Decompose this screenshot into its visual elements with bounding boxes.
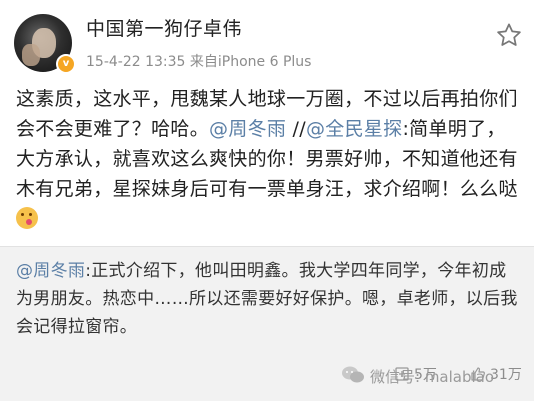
mention-quanminxingtan[interactable]: @全民星探: [306, 118, 403, 140]
repost-text: @周冬雨:正式介绍下，他叫田明鑫。我大学四年同学，今年初成为男朋友。热恋中……所…: [16, 257, 522, 341]
repost-mention[interactable]: @周冬雨: [16, 261, 85, 281]
favorite-star-icon[interactable]: [494, 20, 524, 50]
mention-zhoudongyu[interactable]: @周冬雨: [209, 118, 286, 140]
wechat-icon: [342, 366, 364, 383]
verified-badge-icon: v: [56, 54, 76, 74]
username[interactable]: 中国第一狗仔卓伟: [86, 14, 242, 41]
avatar-hand: [22, 44, 40, 66]
post-text-2: //: [286, 118, 306, 140]
kiss-emoji-icon: [16, 207, 38, 229]
like-count[interactable]: 31万: [490, 364, 522, 384]
post-content: 这素质，这水平，甩魏某人地球一万圈，不过以后再拍你们会不会更难了？哈哈。@周冬雨…: [16, 84, 524, 234]
wechat-watermark: 微信号: malabiao: [370, 368, 495, 386]
repost-body: :正式介绍下，他叫田明鑫。我大学四年同学，今年初成为男朋友。热恋中……所以还需要…: [16, 261, 518, 337]
post-meta: 15-4-22 13:35 来自iPhone 6 Plus: [86, 54, 312, 70]
